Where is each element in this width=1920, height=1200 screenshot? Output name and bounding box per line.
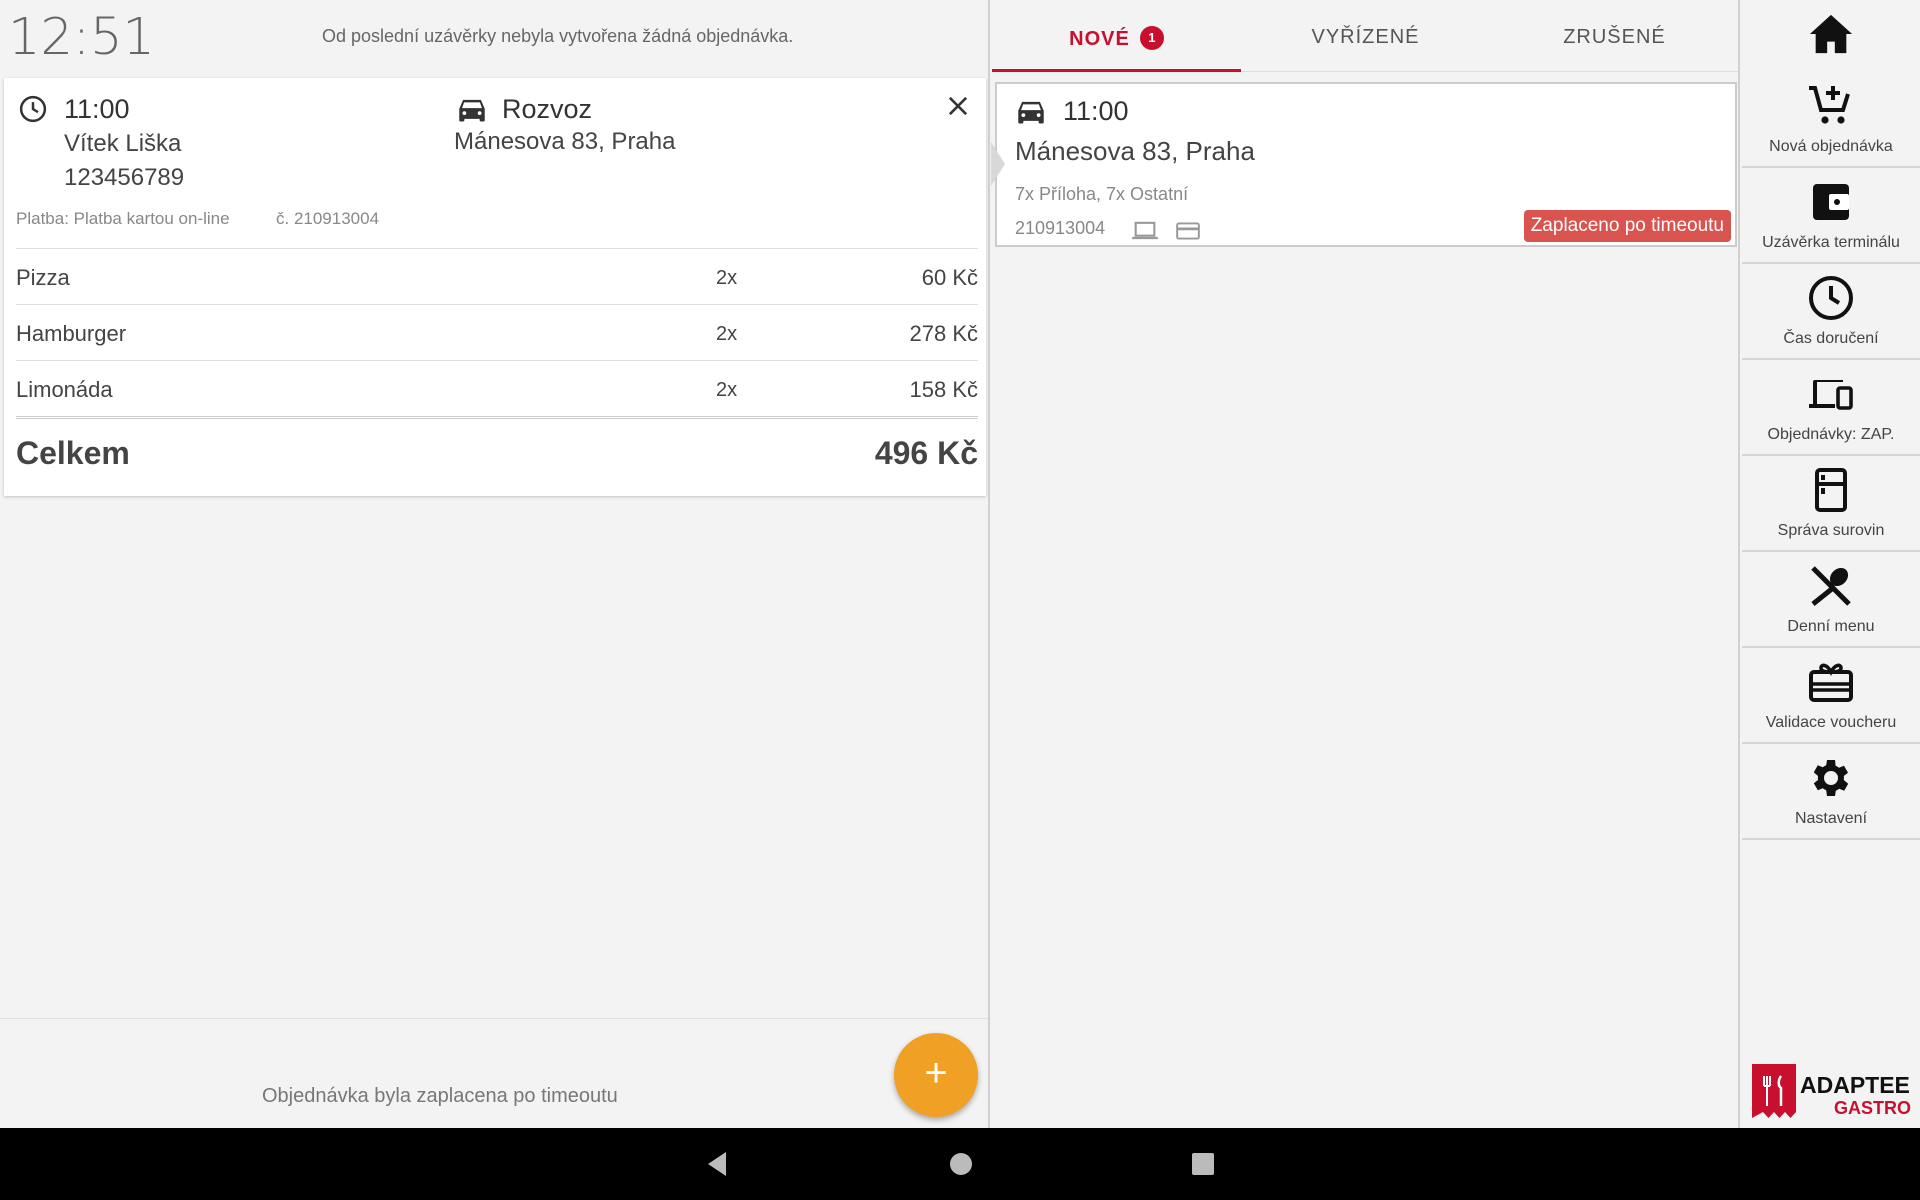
tab-label: NOVÉ: [1069, 28, 1130, 50]
tab-label: ZRUŠENÉ: [1563, 26, 1666, 48]
order-number: č. 210913004: [276, 209, 380, 228]
back-icon[interactable]: [704, 1150, 730, 1183]
clock: 12:51: [8, 8, 155, 67]
order-detail-panel: 12:51 Od poslední uzávěrky nebyla vytvoř…: [0, 0, 990, 1128]
order-detail-card: 11:00 Vítek Liška 123456789 Rozvoz Mánes…: [4, 78, 986, 496]
home-nav-icon[interactable]: [948, 1150, 974, 1183]
sidebar-item-label: Nová objednávka: [1769, 138, 1893, 155]
car-icon: [456, 96, 488, 124]
new-count-badge: 1: [1139, 26, 1164, 50]
total-row: Celkem 496 Kč: [16, 416, 978, 482]
item-qty: 2x: [716, 379, 738, 401]
sidebar-item-orders-toggle[interactable]: Objednávky: ZAP.: [1742, 360, 1920, 456]
tab-label: VYŘÍZENÉ: [1311, 26, 1420, 48]
cart-add-icon: [1807, 82, 1855, 130]
info-message: Od poslední uzávěrky nebyla vytvořena žá…: [322, 26, 794, 46]
sidebar-item-label: Nastavení: [1794, 810, 1868, 827]
order-list-panel: NOVÉ 1 VYŘÍZENÉ ZRUŠENÉ 11:00 Mánesova 83…: [991, 0, 1740, 1128]
logo-mark-icon: [1752, 1064, 1796, 1118]
sidebar-item-new-order[interactable]: Nová objednávka: [1742, 72, 1920, 168]
close-icon[interactable]: [944, 92, 972, 125]
status-badge: Zaplaceno po timeoutu: [1523, 210, 1731, 242]
sidebar-item-settings[interactable]: Nastavení: [1742, 744, 1920, 840]
order-items: Pizza 2x 60 Kč Hamburger 2x 278 Kč Limon…: [16, 248, 978, 482]
status-tabs: NOVÉ 1 VYŘÍZENÉ ZRUŠENÉ: [992, 0, 1738, 72]
total-label: Celkem: [16, 435, 130, 471]
item-price: 278 Kč: [909, 321, 979, 346]
bottom-message: Objednávka byla zaplacena po timeoutu: [262, 1085, 618, 1107]
home-icon: [1808, 12, 1854, 61]
delivery-type: Rozvoz: [502, 94, 593, 124]
sidebar-item-terminal-close[interactable]: Uzávěrka terminálu: [1742, 168, 1920, 264]
add-button[interactable]: +: [894, 1033, 978, 1117]
recents-icon[interactable]: [1190, 1150, 1216, 1183]
payment-method: Platba: Platba kartou on-line: [16, 209, 230, 228]
item-qty: 2x: [716, 323, 738, 345]
item-name: Limonáda: [16, 377, 113, 402]
clock-icon: [1807, 274, 1855, 322]
sidebar-item-delivery-time[interactable]: Čas doručení: [1742, 264, 1920, 360]
total-value: 496 Kč: [874, 435, 978, 471]
item-name: Pizza: [16, 265, 70, 290]
laptop-icon: [1131, 220, 1159, 247]
order-number: 210913004: [1015, 218, 1106, 238]
adaptee-gastro-logo: ADAPTEE GASTRO: [1752, 1062, 1912, 1120]
customer-name: Vítek Liška: [64, 130, 182, 157]
sidebar-item-label: Správa surovin: [1777, 522, 1885, 539]
order-list-item[interactable]: 11:00 Mánesova 83, Praha 7x Příloha, 7x …: [991, 82, 1737, 247]
item-price: 60 Kč: [921, 265, 978, 290]
sidebar-item-label: Čas doručení: [1783, 330, 1879, 347]
system-nav-bar: [0, 1128, 1920, 1200]
order-summary: 7x Příloha, 7x Ostatní: [1015, 184, 1189, 204]
sidebar-item-label: Uzávěrka terminálu: [1762, 234, 1900, 251]
sidebar-item-label: Objednávky: ZAP.: [1767, 426, 1895, 443]
order-item-row: Pizza 2x 60 Kč: [16, 248, 978, 304]
selected-indicator: [991, 142, 1005, 186]
utensils-icon: [1807, 562, 1855, 610]
tab-done[interactable]: VYŘÍZENÉ: [1241, 0, 1490, 72]
order-time: 11:00: [64, 94, 130, 124]
tab-new[interactable]: NOVÉ 1: [992, 0, 1241, 72]
tab-cancelled[interactable]: ZRUŠENÉ: [1490, 0, 1739, 72]
sidebar-item-ingredients[interactable]: Správa surovin: [1742, 456, 1920, 552]
fridge-icon: [1807, 466, 1855, 514]
item-price: 158 Kč: [909, 377, 979, 402]
devices-icon: [1807, 370, 1855, 418]
clock-icon: [18, 94, 48, 124]
gift-card-icon: [1807, 658, 1855, 706]
item-name: Hamburger: [16, 321, 127, 346]
sidebar-item-label: Denní menu: [1787, 618, 1875, 635]
customer-phone: 123456789: [64, 164, 185, 191]
item-qty: 2x: [716, 267, 738, 289]
order-time: 11:00: [1063, 96, 1129, 126]
logo-subtext: GASTRO: [1834, 1098, 1912, 1118]
logo-text: ADAPTEE: [1800, 1072, 1910, 1098]
home-button[interactable]: [1742, 0, 1920, 72]
order-address: Mánesova 83, Praha: [1015, 136, 1255, 166]
sidebar-item-daily-menu[interactable]: Denní menu: [1742, 552, 1920, 648]
car-icon: [1015, 98, 1047, 131]
bottom-bar: Objednávka byla zaplacena po timeoutu: [0, 1018, 988, 1128]
delivery-address: Mánesova 83, Praha: [454, 128, 676, 155]
sidebar-item-voucher[interactable]: Validace voucheru: [1742, 648, 1920, 744]
order-item-row: Hamburger 2x 278 Kč: [16, 304, 978, 360]
sidebar-item-label: Validace voucheru: [1765, 714, 1897, 731]
gear-icon: [1807, 754, 1855, 802]
card-icon: [1175, 220, 1201, 247]
sidebar: Nová objednávka Uzávěrka terminálu Čas d…: [1742, 0, 1920, 1128]
wallet-icon: [1807, 178, 1855, 226]
order-item-row: Limonáda 2x 158 Kč: [16, 360, 978, 416]
